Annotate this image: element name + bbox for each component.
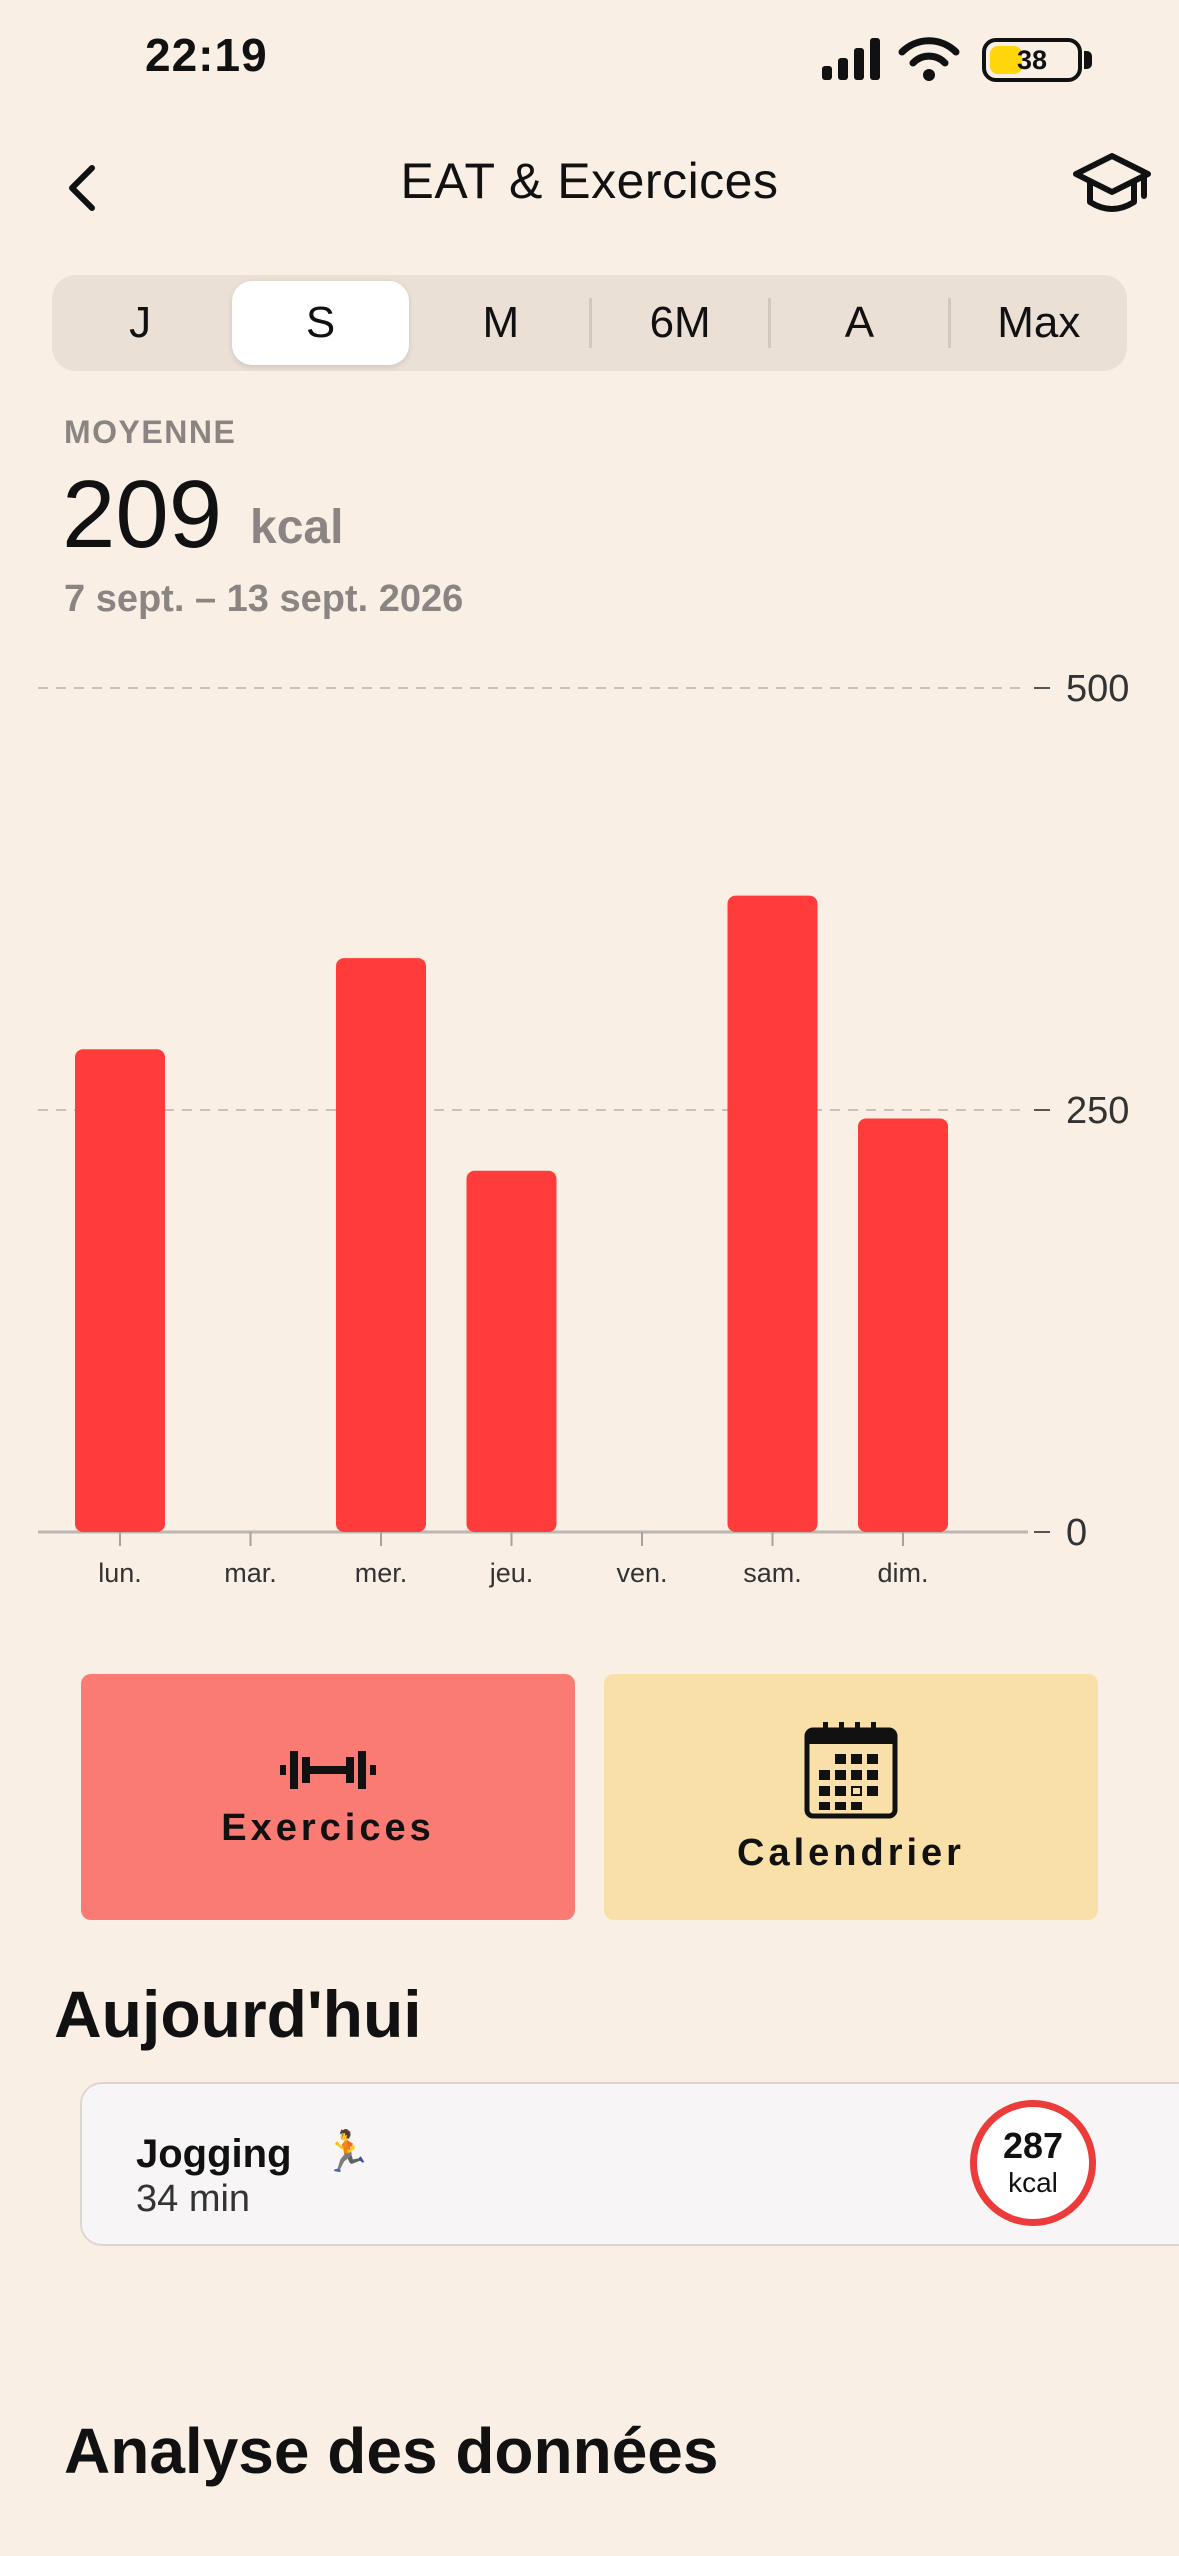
running-icon: 🏃 [322,2130,372,2174]
chart-bar [75,1049,165,1532]
y-tick-label: 500 [1066,668,1129,710]
cellular-signal-icon [822,38,880,80]
x-tick-label: dim. [877,1558,928,1588]
segment-max[interactable]: Max [951,281,1127,365]
y-tick-label: 250 [1066,1090,1129,1132]
wifi-icon [898,37,960,81]
exercises-label: Exercices [221,1806,435,1849]
segment-day[interactable]: J [52,281,228,365]
calories-bar-chart[interactable]: 0 250 500 lun. mar. mer. jeu. ven. sam. dim. [0,640,1179,1600]
calendar-icon [804,1721,898,1818]
segment-month[interactable]: M [413,281,589,365]
x-tick-label: jeu. [489,1558,534,1588]
activity-card[interactable]: Jogging 🏃 34 min 287 kcal [80,2082,1179,2246]
battery-tip [1084,51,1092,69]
segment-year[interactable]: A [771,281,947,365]
average-unit: kcal [250,501,344,554]
x-tick-label: lun. [98,1558,142,1588]
calories-ring: 287 kcal [970,2100,1096,2226]
chart-bar [727,895,818,1532]
battery-indicator: 38 [982,38,1082,82]
x-tick-label: mar. [224,1558,277,1588]
x-tick-label: mer. [355,1558,408,1588]
chart-bar [466,1170,557,1532]
x-tick-label: ven. [616,1558,667,1588]
chart-bar [858,1118,948,1532]
y-tick-label: 0 [1066,1512,1087,1554]
calendar-button[interactable]: Calendrier [604,1674,1098,1920]
average-label: MOYENNE [64,414,237,450]
chart-bar [336,958,426,1532]
activity-duration: 34 min [136,2178,251,2220]
graduation-cap-icon[interactable] [1072,150,1152,220]
battery-percent: 38 [1016,44,1048,75]
x-tick-label: sam. [743,1558,802,1588]
today-heading: Aujourd'hui [54,1977,422,2051]
exercises-button[interactable]: Exercices [81,1674,575,1920]
period-segmented-control: J S M 6M A Max [52,275,1127,371]
date-range: 7 sept. – 13 sept. 2026 [64,578,464,620]
page-title: EAT & Exercices [400,153,779,209]
dumbbell-icon [280,1750,376,1789]
activity-name: Jogging [136,2132,292,2176]
segment-6-months[interactable]: 6M [592,281,768,365]
calendar-label: Calendrier [737,1831,965,1874]
status-time: 22:19 [145,29,268,81]
activity-kcal-unit: kcal [1008,2166,1058,2198]
average-value: 209 [62,461,223,568]
activity-kcal-value: 287 [1002,2124,1064,2166]
segment-week[interactable]: S [232,281,409,365]
analysis-heading: Analyse des données [64,2415,719,2487]
